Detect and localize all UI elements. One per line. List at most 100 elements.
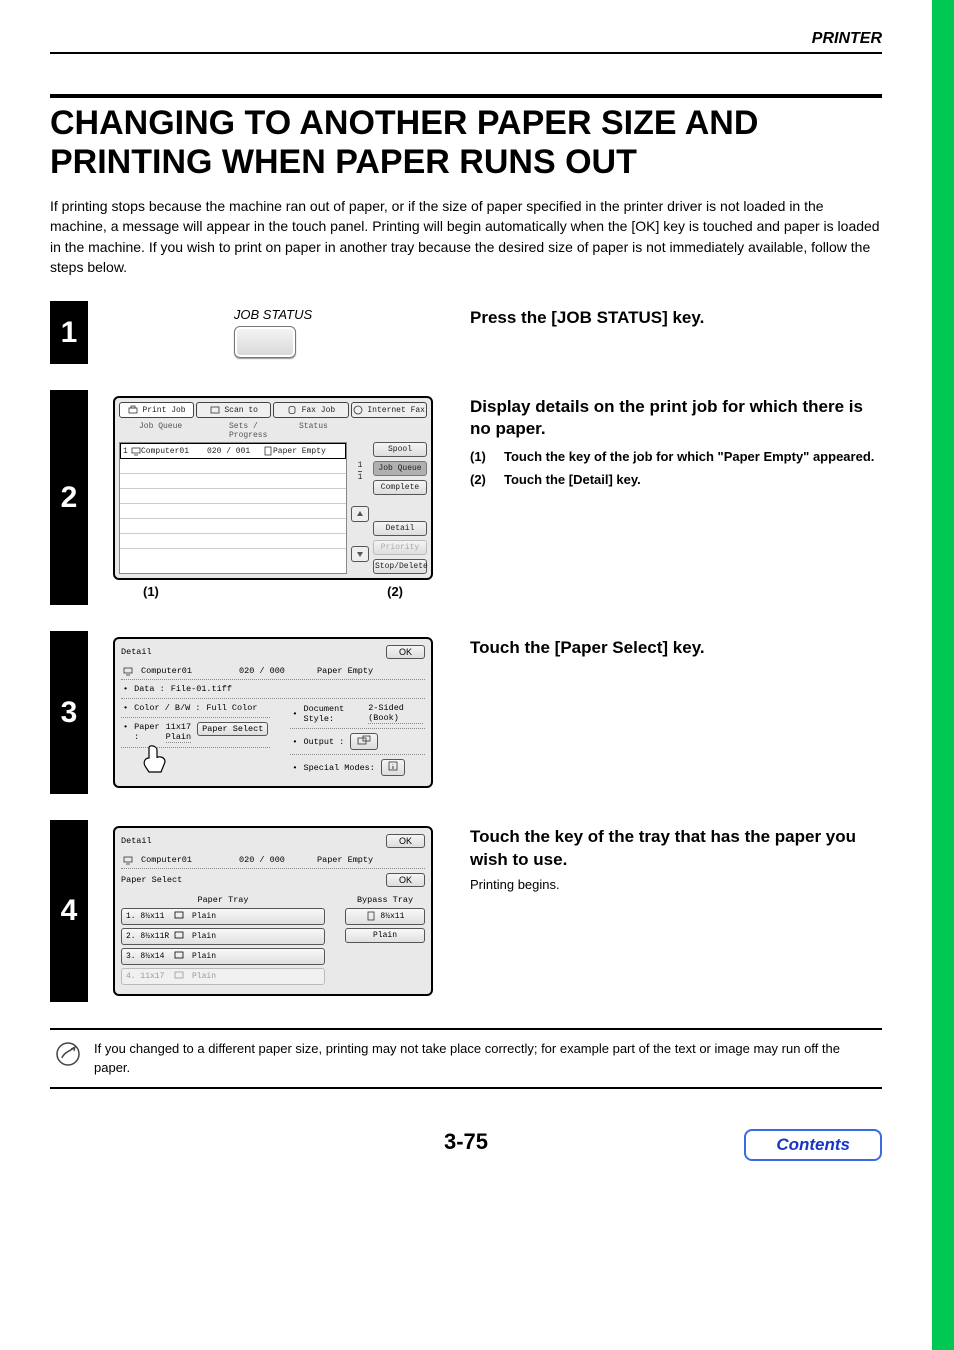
tray-size: 1. 8½x11 <box>126 912 170 921</box>
tab-label: Internet Fax <box>367 406 425 415</box>
docstyle-label: Document Style: <box>303 704 362 724</box>
tab-fax-job[interactable]: Fax Job <box>273 402 348 418</box>
tray-type: Plain <box>192 972 216 981</box>
tray-button[interactable]: 2. 8½x11R Plain <box>121 928 325 945</box>
callout-2: (2) <box>387 584 403 599</box>
job-row-empty <box>120 534 346 549</box>
job-status-key-button[interactable] <box>234 326 296 358</box>
page-title: CHANGING TO ANOTHER PAPER SIZE AND PRINT… <box>50 104 882 182</box>
complete-button[interactable]: Complete <box>373 480 427 495</box>
tab-internet-fax[interactable]: Internet Fax <box>351 402 427 418</box>
tray-button[interactable]: 3. 8½x14Plain <box>121 948 325 965</box>
page-up-button[interactable] <box>351 506 369 522</box>
output-tray-icon <box>357 735 371 745</box>
detail-title: Detail <box>121 836 152 846</box>
output-label: Output : <box>303 737 344 747</box>
tab-print-job[interactable]: Print Job <box>119 402 194 418</box>
ok-button[interactable]: OK <box>386 645 425 659</box>
page-number: 3-75 <box>444 1129 488 1154</box>
bypass-tray-column: Bypass Tray 8½x11 Plain <box>345 895 425 988</box>
tray-type: Plain <box>192 932 216 941</box>
stop-delete-button[interactable]: Stop/Delete <box>373 559 427 574</box>
tray-button[interactable]: 1. 8½x11Plain <box>121 908 325 925</box>
computer-icon <box>123 666 133 676</box>
detail-status: Paper Empty <box>317 855 373 865</box>
computer-icon <box>123 855 133 865</box>
job-index: 1 <box>123 447 131 456</box>
page-down-button[interactable] <box>351 546 369 562</box>
tray-orientation-icon <box>174 911 188 922</box>
detail-button[interactable]: Detail <box>373 521 427 536</box>
special-modes-button[interactable] <box>381 759 405 776</box>
tab-label: Scan to <box>224 406 258 415</box>
output-icon-button[interactable] <box>350 733 378 750</box>
note-icon <box>56 1042 80 1066</box>
scan-icon <box>210 405 220 415</box>
substep-1-num: (1) <box>470 447 504 467</box>
info-icon <box>388 761 398 771</box>
arrow-up-icon <box>356 510 364 518</box>
job-row-empty <box>120 489 346 504</box>
tab-label: Print Job <box>142 406 185 415</box>
special-modes-label: Special Modes: <box>303 763 374 773</box>
note-block: If you changed to a different paper size… <box>50 1028 882 1088</box>
step-1: 1 JOB STATUS Press the [JOB STATUS] key. <box>50 301 882 364</box>
title-rule <box>50 94 882 98</box>
job-row-empty <box>120 519 346 534</box>
job-queue-button[interactable]: Job Queue <box>373 461 427 476</box>
ok-button[interactable]: OK <box>386 834 425 848</box>
tray-size: 2. 8½x11R <box>126 932 170 941</box>
job-row-empty <box>120 459 346 474</box>
paper-select-button[interactable]: Paper Select <box>197 722 268 736</box>
spool-button[interactable]: Spool <box>373 442 427 457</box>
intro-paragraph: If printing stops because the machine ra… <box>50 196 882 277</box>
job-status-screen: Print Job Scan to Fax Job Internet Fax <box>113 396 433 580</box>
job-status-text: Paper Empty <box>273 447 326 456</box>
paper-select-screen: Detail OK Computer01 020 / 000 Paper Emp… <box>113 826 433 996</box>
page-content: PRINTER CHANGING TO ANOTHER PAPER SIZE A… <box>0 0 932 1175</box>
arrow-down-icon <box>356 550 364 558</box>
paper-icon <box>366 911 376 921</box>
substep-1-text: Touch the key of the job for which "Pape… <box>504 447 874 467</box>
color-label: Color / B/W : <box>134 703 200 713</box>
step-1-graphic: JOB STATUS <box>88 301 458 364</box>
detail-sets: 020 / 000 <box>239 855 309 865</box>
paper-select-title: Paper Select <box>121 875 182 885</box>
data-label: Data : <box>134 684 165 694</box>
tray-size: 4. 11x17 <box>126 972 170 981</box>
job-status-label: JOB STATUS <box>234 307 312 322</box>
col-sets-progress: Sets / Progress <box>229 422 299 440</box>
detail-screen: Detail OK Computer01 020 / 000 Paper Emp… <box>113 637 433 788</box>
detail-job-name: Computer01 <box>141 855 231 865</box>
substep-2-text: Touch the [Detail] key. <box>504 470 641 490</box>
data-value: File-01.tiff <box>171 684 232 694</box>
priority-button[interactable]: Priority <box>373 540 427 555</box>
paper-empty-icon <box>263 446 273 456</box>
computer-icon <box>131 446 141 456</box>
page-footer: 3-75 Contents <box>50 1129 882 1155</box>
touch-hand-icon <box>135 744 171 774</box>
detail-job-name: Computer01 <box>141 666 231 676</box>
bypass-type-button[interactable]: Plain <box>345 928 425 943</box>
docstyle-value: 2-Sided (Book) <box>368 703 423 724</box>
paper-tray-column: Paper Tray 1. 8½x11Plain2. 8½x11RPlain3.… <box>121 895 325 988</box>
contents-link[interactable]: Contents <box>744 1129 882 1161</box>
step-number: 1 <box>50 301 88 364</box>
step-1-instruction: Press the [JOB STATUS] key. <box>470 307 876 329</box>
section-header: PRINTER <box>50 30 882 48</box>
job-row-empty <box>120 474 346 489</box>
bypass-tray-heading: Bypass Tray <box>345 895 425 905</box>
step-3-graphic: Detail OK Computer01 020 / 000 Paper Emp… <box>88 631 458 794</box>
job-row-selected[interactable]: 1 Computer01 020 / 001 Paper Empty <box>120 443 346 459</box>
fax-icon <box>287 405 297 415</box>
step-4: 4 Detail OK Computer01 020 / 000 Paper E… <box>50 820 882 1002</box>
tab-scan-to[interactable]: Scan to <box>196 402 271 418</box>
paper-select-ok-button[interactable]: OK <box>386 873 425 887</box>
tab-label: Fax Job <box>302 406 336 415</box>
color-value: Full Color <box>206 703 257 713</box>
tray-button[interactable]: 4. 11x17 Plain <box>121 968 325 985</box>
col-job-queue: Job Queue <box>121 422 229 440</box>
job-name: Computer01 <box>141 447 207 456</box>
bypass-size-button[interactable]: 8½x11 <box>345 908 425 924</box>
pager-fraction: 1 1 <box>358 462 363 482</box>
